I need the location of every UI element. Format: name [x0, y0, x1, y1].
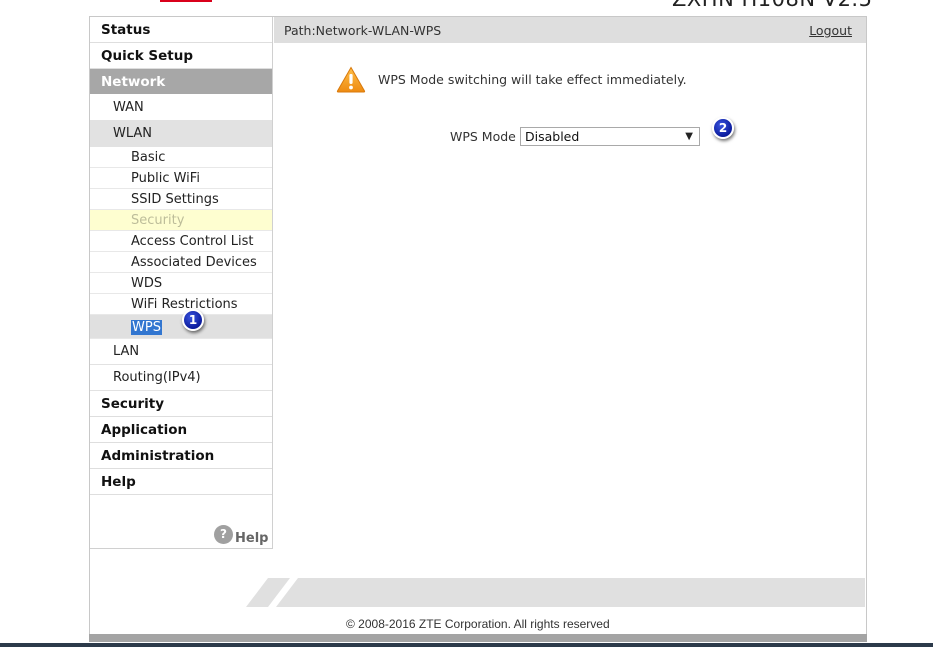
help-link[interactable]: ? Help: [214, 523, 268, 546]
notice: WPS Mode switching will take effect imme…: [336, 66, 687, 93]
wps-mode-select[interactable]: Disabled ▼: [520, 127, 700, 146]
menu-administration[interactable]: Administration: [90, 443, 272, 469]
footer-band: [246, 578, 865, 607]
bottom-bar: [89, 634, 867, 642]
menu-lan[interactable]: LAN: [90, 339, 272, 365]
menu-security[interactable]: Security: [90, 391, 272, 417]
logout-link[interactable]: Logout: [809, 23, 852, 38]
menu-wlan-access-control-list[interactable]: Access Control List: [90, 231, 272, 252]
model-title: ZXHN H108N V2.5: [672, 0, 872, 11]
menu-network[interactable]: Network: [90, 69, 272, 95]
help-link-label: Help: [235, 531, 269, 546]
wps-mode-label: WPS Mode: [450, 129, 516, 144]
taskbar-edge: [0, 643, 933, 647]
annotation-badge-2: 2: [712, 117, 734, 139]
menu-wlan-wps-label: WPS: [131, 320, 162, 335]
sidebar-menu: Status Quick Setup Network WAN WLAN Basi…: [90, 17, 273, 549]
menu-wlan-basic[interactable]: Basic: [90, 147, 272, 168]
menu-wlan-wds[interactable]: WDS: [90, 273, 272, 294]
menu-wlan-security[interactable]: Security: [90, 210, 272, 231]
menu-wlan-wifi-restrictions[interactable]: WiFi Restrictions: [90, 294, 272, 315]
menu-wan[interactable]: WAN: [90, 95, 272, 121]
breadcrumb: Path:Network-WLAN-WPS: [284, 23, 442, 38]
help-icon: ?: [214, 525, 233, 544]
brand-logo-fragment: [160, 0, 212, 2]
menu-quick-setup[interactable]: Quick Setup: [90, 43, 272, 69]
menu-help[interactable]: Help: [90, 469, 272, 495]
menu-routing-ipv4[interactable]: Routing(IPv4): [90, 365, 272, 391]
menu-wlan-wps[interactable]: WPS: [90, 315, 272, 339]
notice-text: WPS Mode switching will take effect imme…: [378, 72, 687, 87]
warning-icon: [336, 66, 366, 93]
chevron-down-icon: ▼: [685, 131, 693, 142]
menu-wlan-public-wifi[interactable]: Public WiFi: [90, 168, 272, 189]
path-bar: Path:Network-WLAN-WPS Logout: [274, 17, 866, 43]
menu-status[interactable]: Status: [90, 17, 272, 43]
copyright: © 2008-2016 ZTE Corporation. All rights …: [346, 617, 610, 631]
menu-wlan[interactable]: WLAN: [90, 121, 272, 147]
menu-wlan-associated-devices[interactable]: Associated Devices: [90, 252, 272, 273]
wps-mode-value: Disabled: [525, 129, 580, 144]
router-admin-page: ZXHN H108N V2.5 Status Quick Setup Netwo…: [0, 0, 933, 647]
menu-wlan-ssid-settings[interactable]: SSID Settings: [90, 189, 272, 210]
menu-application[interactable]: Application: [90, 417, 272, 443]
annotation-badge-1: 1: [182, 309, 204, 331]
